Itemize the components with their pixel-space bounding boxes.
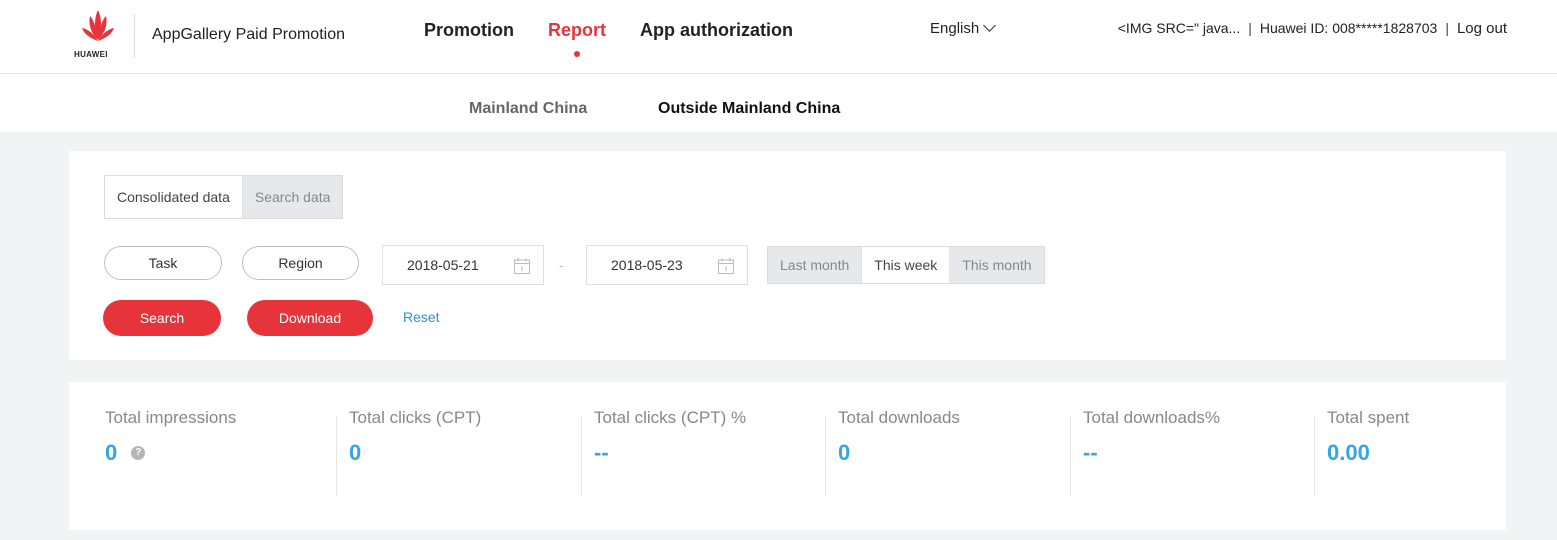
start-date-value: 2018-05-21 <box>407 257 479 273</box>
stat-value: 0 <box>349 440 362 465</box>
help-icon[interactable]: ? <box>131 446 146 460</box>
user-name: <IMG SRC=" java... <box>1117 20 1241 36</box>
stat-divider <box>336 416 337 496</box>
stat-value: -- <box>1083 440 1098 465</box>
end-date-value: 2018-05-23 <box>611 257 683 273</box>
huawei-id: Huawei ID: 008*****1828703 <box>1259 20 1438 36</box>
stat-divider <box>581 416 582 496</box>
top-header: HUAWEI AppGallery Paid Promotion Promoti… <box>0 0 1557 74</box>
download-button[interactable]: Download <box>247 300 373 336</box>
stat-value: 0 <box>105 440 118 465</box>
date-range-presets: Last month This week This month <box>767 246 1045 284</box>
calendar-icon[interactable] <box>513 257 531 275</box>
stat-value: 0.00 <box>1327 440 1370 465</box>
stat-value: 0 <box>838 440 851 465</box>
stat-divider <box>825 416 826 496</box>
separator: | <box>1248 20 1252 36</box>
preset-this-month[interactable]: This month <box>949 247 1044 283</box>
stat-total-spent: Total spent 0.00 <box>1327 408 1409 496</box>
preset-this-week[interactable]: This week <box>861 247 950 283</box>
stats-card: Total impressions 0 ? Total clicks (CPT)… <box>69 382 1506 530</box>
stat-value-row: 0 ? <box>105 440 236 466</box>
nav-report[interactable]: Report <box>548 20 606 57</box>
chevron-down-icon <box>983 19 997 32</box>
user-bar: <IMG SRC=" java... | Huawei ID: 008*****… <box>1118 20 1507 37</box>
huawei-logo-icon <box>82 10 114 41</box>
nav-app-authorization[interactable]: App authorization <box>640 20 793 41</box>
nav-promotion[interactable]: Promotion <box>424 20 514 41</box>
stat-value: -- <box>594 440 609 465</box>
logout-link[interactable]: Log out <box>1457 20 1507 37</box>
stat-total-downloads-pct: Total downloads% -- <box>1083 408 1220 496</box>
stat-total-downloads: Total downloads 0 <box>838 408 960 496</box>
start-date-field[interactable]: 2018-05-21 <box>382 245 544 285</box>
region-tabs: Mainland China Outside Mainland China <box>0 74 1557 132</box>
preset-last-month[interactable]: Last month <box>768 247 862 283</box>
stat-total-impressions: Total impressions 0 ? <box>105 408 236 496</box>
reset-link[interactable]: Reset <box>403 309 440 325</box>
huawei-logo[interactable]: HUAWEI <box>74 8 122 60</box>
region-filter-button[interactable]: Region <box>242 246 359 280</box>
language-selector[interactable]: English <box>930 19 997 37</box>
stat-label: Total impressions <box>105 408 237 427</box>
tab-search-data[interactable]: Search data <box>241 176 343 218</box>
tab-consolidated-data[interactable]: Consolidated data <box>105 176 242 218</box>
data-type-toggle: Consolidated data Search data <box>104 175 344 219</box>
language-label: English <box>930 20 980 37</box>
end-date-field[interactable]: 2018-05-23 <box>586 245 748 285</box>
stat-divider <box>1314 416 1315 496</box>
filter-card: Consolidated data Search data Task Regio… <box>69 151 1506 360</box>
tab-outside-mainland-china[interactable]: Outside Mainland China <box>658 100 840 118</box>
separator: | <box>1445 20 1449 36</box>
stat-divider <box>1070 416 1071 496</box>
date-range-separator: - <box>559 257 564 273</box>
task-filter-button[interactable]: Task <box>104 246 222 280</box>
search-button[interactable]: Search <box>103 300 221 336</box>
logo-text: HUAWEI <box>74 50 108 59</box>
stat-label: Total clicks (CPT) % <box>594 408 747 427</box>
app-title: AppGallery Paid Promotion <box>152 26 345 43</box>
logo-divider <box>134 14 135 58</box>
stat-label: Total spent <box>1327 408 1410 427</box>
stat-total-clicks-pct: Total clicks (CPT) % -- <box>594 408 746 496</box>
stat-label: Total downloads <box>838 408 960 427</box>
main-nav: Promotion Report App authorization <box>424 20 827 57</box>
stat-total-clicks: Total clicks (CPT) 0 <box>349 408 481 496</box>
stat-label: Total downloads% <box>1083 408 1221 427</box>
calendar-icon[interactable] <box>717 257 735 275</box>
stat-label: Total clicks (CPT) <box>349 408 482 427</box>
tab-mainland-china[interactable]: Mainland China <box>469 100 587 118</box>
